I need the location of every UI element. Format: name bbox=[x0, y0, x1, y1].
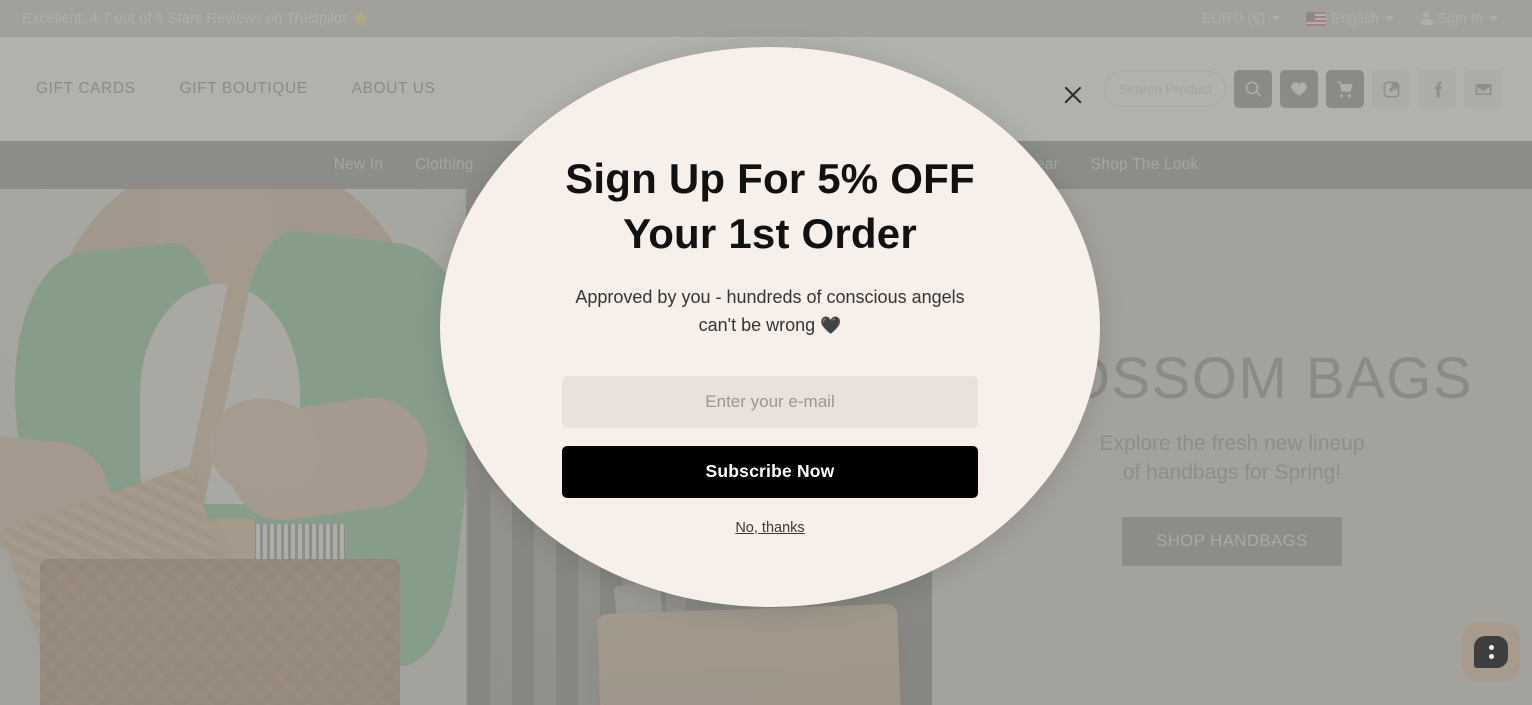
newsletter-modal: Sign Up For 5% OFF Your 1st Order Approv… bbox=[440, 47, 1100, 607]
modal-subtitle-line1: Approved by you - hundreds of conscious … bbox=[575, 286, 965, 307]
chat-widget-button[interactable] bbox=[1462, 623, 1520, 681]
modal-subtitle: Approved by you - hundreds of conscious … bbox=[555, 284, 985, 340]
modal-title: Sign Up For 5% OFF Your 1st Order bbox=[560, 151, 980, 262]
subscribe-button[interactable]: Subscribe Now bbox=[562, 445, 978, 498]
heart-icon: 🖤 bbox=[820, 315, 842, 335]
page-root: Excellent: 4.7 out of 5 Stars Reviews on… bbox=[0, 0, 1532, 705]
close-icon[interactable] bbox=[1060, 82, 1086, 108]
modal-subtitle-line2: can't be wrong bbox=[698, 314, 816, 335]
no-thanks-link[interactable]: No, thanks bbox=[735, 520, 804, 536]
modal-title-line2: 1st Order bbox=[728, 210, 917, 258]
email-input[interactable] bbox=[562, 375, 978, 428]
chat-bubble-icon bbox=[1474, 636, 1508, 668]
